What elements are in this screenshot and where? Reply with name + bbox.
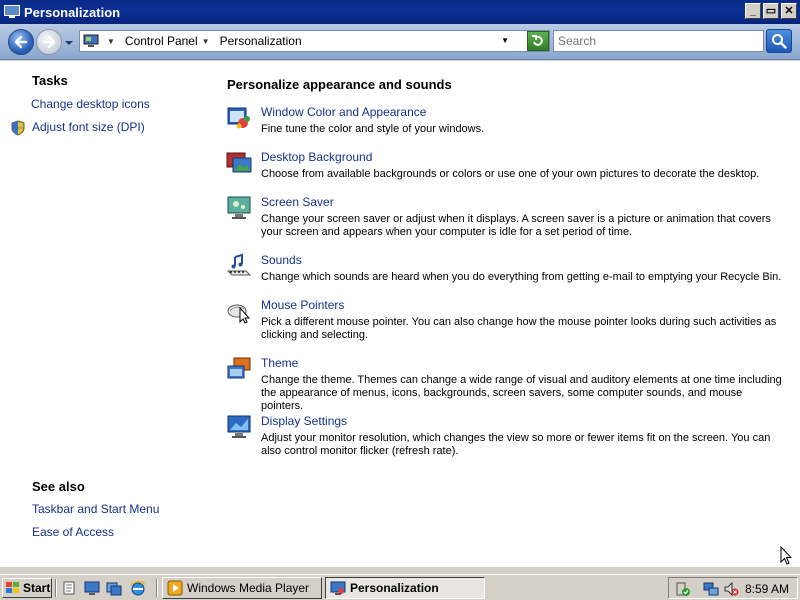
sounds-description: Change which sounds are heard when you d… — [261, 271, 782, 283]
search-icon — [772, 34, 787, 49]
window-color-icon — [227, 107, 250, 129]
system-tray: 8:59 AM — [668, 577, 798, 599]
taskbar: Start Windows Media Player Personalizati… — [0, 574, 800, 600]
window-color-description: Fine tune the color and style of your wi… — [261, 123, 485, 135]
sounds-icon — [226, 253, 252, 276]
display-settings-icon — [227, 415, 251, 438]
address-field[interactable]: ▼ Control Panel ▼ Personalization ▼ — [79, 30, 550, 52]
see-also-heading: See also — [32, 479, 85, 494]
internet-explorer-icon[interactable] — [130, 580, 146, 596]
desktop-background-description: Choose from available backgrounds or col… — [261, 168, 760, 180]
content-area: Tasks Change desktop icons Adjust font s… — [0, 61, 800, 571]
mouse-pointers-description: Pick a different mouse pointer. You can … — [261, 316, 777, 341]
arrow-left-icon — [14, 35, 28, 49]
close-button[interactable]: ✕ — [781, 3, 797, 19]
security-center-icon[interactable] — [675, 581, 691, 597]
start-label: Start — [23, 581, 51, 595]
theme-icon — [227, 357, 251, 379]
desktop-background-icon — [226, 152, 252, 173]
display-settings-link[interactable]: Display Settings — [261, 414, 347, 428]
mouse-pointer-icon — [227, 304, 251, 324]
taskbar-button-label: Windows Media Player — [187, 581, 310, 595]
change-desktop-icons-link[interactable]: Change desktop icons — [31, 97, 150, 111]
theme-link[interactable]: Theme — [261, 356, 298, 370]
taskbar-button-personalization[interactable]: Personalization — [325, 577, 485, 599]
sounds-link[interactable]: Sounds — [261, 253, 302, 267]
network-icon[interactable] — [703, 581, 719, 597]
personalization-icon — [330, 581, 346, 595]
control-panel-icon — [4, 5, 20, 18]
mouse-pointers-link[interactable]: Mouse Pointers — [261, 298, 344, 312]
refresh-button[interactable] — [527, 31, 549, 51]
switch-windows-icon[interactable] — [106, 580, 122, 596]
mouse-cursor-icon — [780, 546, 792, 565]
taskbar-button-label: Personalization — [350, 581, 439, 595]
shield-icon — [11, 120, 25, 136]
desktop-background-link[interactable]: Desktop Background — [261, 150, 372, 164]
navigation-bar: ▼ Control Panel ▼ Personalization ▼ — [0, 24, 800, 60]
ease-of-access-link[interactable]: Ease of Access — [32, 525, 114, 539]
adjust-font-size-link[interactable]: Adjust font size (DPI) — [32, 120, 145, 134]
breadcrumb-personalization[interactable]: Personalization — [220, 34, 302, 48]
breadcrumb-control-panel[interactable]: Control Panel — [125, 34, 198, 48]
start-button[interactable]: Start — [2, 578, 52, 598]
screen-saver-icon — [227, 196, 251, 219]
chevron-down-icon[interactable]: ▼ — [107, 37, 115, 46]
back-button[interactable] — [8, 29, 34, 55]
documents-icon[interactable] — [62, 580, 78, 596]
page-title: Personalize appearance and sounds — [227, 77, 452, 92]
arrow-right-icon — [42, 35, 56, 49]
search-button[interactable] — [766, 29, 792, 53]
chevron-down-icon[interactable]: ▼ — [202, 37, 210, 46]
window-title: Personalization — [24, 4, 121, 20]
show-desktop-icon[interactable] — [84, 580, 100, 596]
taskbar-separator — [55, 579, 57, 597]
screen-saver-link[interactable]: Screen Saver — [261, 195, 334, 209]
taskbar-start-menu-link[interactable]: Taskbar and Start Menu — [32, 502, 159, 516]
recent-pages-dropdown-icon[interactable] — [64, 38, 74, 48]
tasks-heading: Tasks — [32, 73, 68, 88]
media-player-icon — [167, 580, 183, 596]
windows-logo-icon — [6, 582, 19, 593]
title-bar[interactable]: Personalization _ ▭ ✕ — [0, 0, 800, 24]
maximize-button[interactable]: ▭ — [763, 3, 779, 19]
volume-muted-icon[interactable] — [723, 581, 739, 597]
theme-description: Change the theme. Themes can change a wi… — [261, 374, 782, 412]
display-settings-description: Adjust your monitor resolution, which ch… — [261, 432, 771, 457]
clock[interactable]: 8:59 AM — [745, 582, 789, 596]
window-bottom-edge — [0, 567, 800, 571]
window-color-link[interactable]: Window Color and Appearance — [261, 105, 426, 119]
control-panel-icon — [83, 34, 99, 47]
window-controls: _ ▭ ✕ — [745, 3, 797, 19]
taskbar-button-media-player[interactable]: Windows Media Player — [162, 577, 322, 599]
taskbar-separator — [156, 579, 158, 597]
refresh-icon — [532, 35, 543, 46]
minimize-button[interactable]: _ — [745, 3, 761, 19]
address-dropdown-icon[interactable]: ▼ — [501, 36, 509, 45]
search-input[interactable] — [553, 30, 764, 52]
screen-saver-description: Change your screen saver or adjust when … — [261, 213, 771, 238]
forward-button[interactable] — [36, 29, 62, 55]
